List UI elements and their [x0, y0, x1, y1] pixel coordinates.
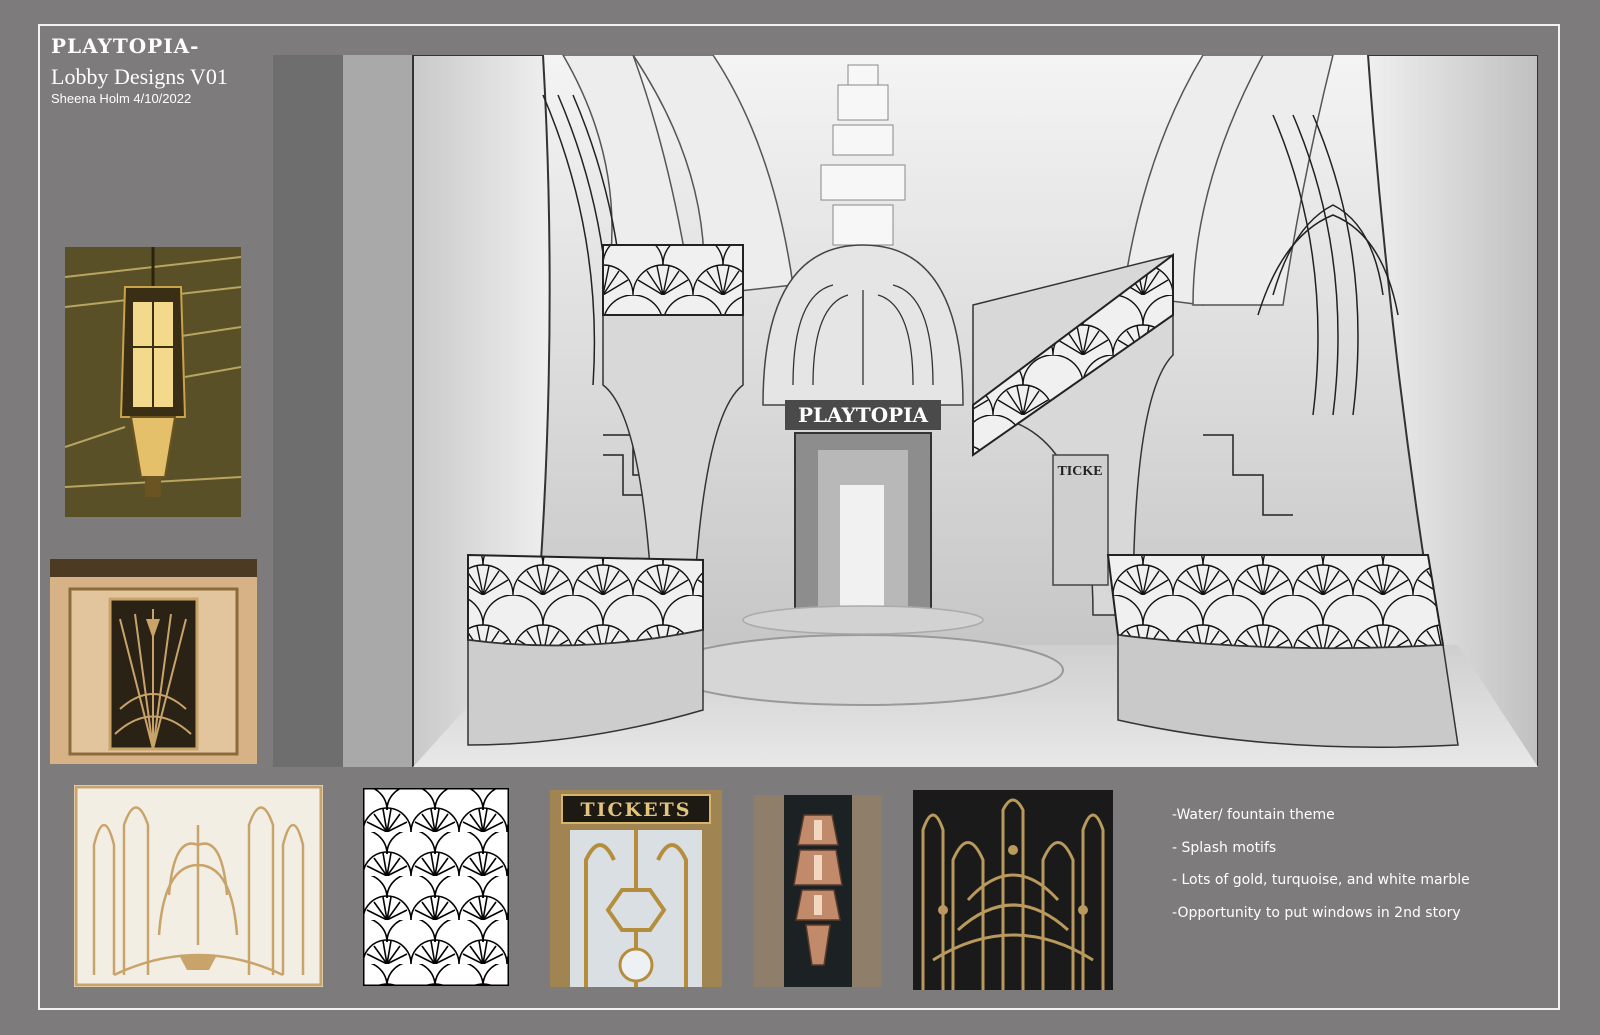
reference-fan-pattern-image — [363, 788, 509, 986]
tickets-sign: TICKETS — [580, 799, 691, 821]
title-block: PLAYTOPIA- Lobby Designs V01 Sheena Holm… — [51, 34, 228, 106]
reference-lantern-image — [65, 247, 241, 517]
design-notes-list: -Water/ fountain theme - Splash motifs -… — [1172, 806, 1470, 936]
lobby-render: PLAYTOPIA TICKE — [273, 55, 1538, 767]
note-item: - Splash motifs — [1172, 839, 1277, 856]
board-subtitle: Lobby Designs V01 — [51, 64, 228, 89]
reference-sconce-image — [754, 795, 882, 987]
brand-title: PLAYTOPIA- — [51, 34, 200, 58]
render-sign: PLAYTOPIA — [798, 403, 929, 427]
note-item: -Water/ fountain theme — [1172, 807, 1335, 823]
render-ticket-sign: TICKE — [1057, 464, 1102, 479]
author-line: Sheena Holm 4/10/2022 — [51, 91, 192, 106]
reference-fabric-pattern-image — [913, 790, 1113, 990]
reference-elevator-door-image — [50, 559, 257, 764]
note-item: -Opportunity to put windows in 2nd story — [1172, 904, 1461, 921]
reference-fountain-panel-image — [74, 785, 323, 987]
reference-tickets-window-image: TICKETS — [550, 790, 722, 987]
note-item: - Lots of gold, turquoise, and white mar… — [1172, 872, 1470, 888]
